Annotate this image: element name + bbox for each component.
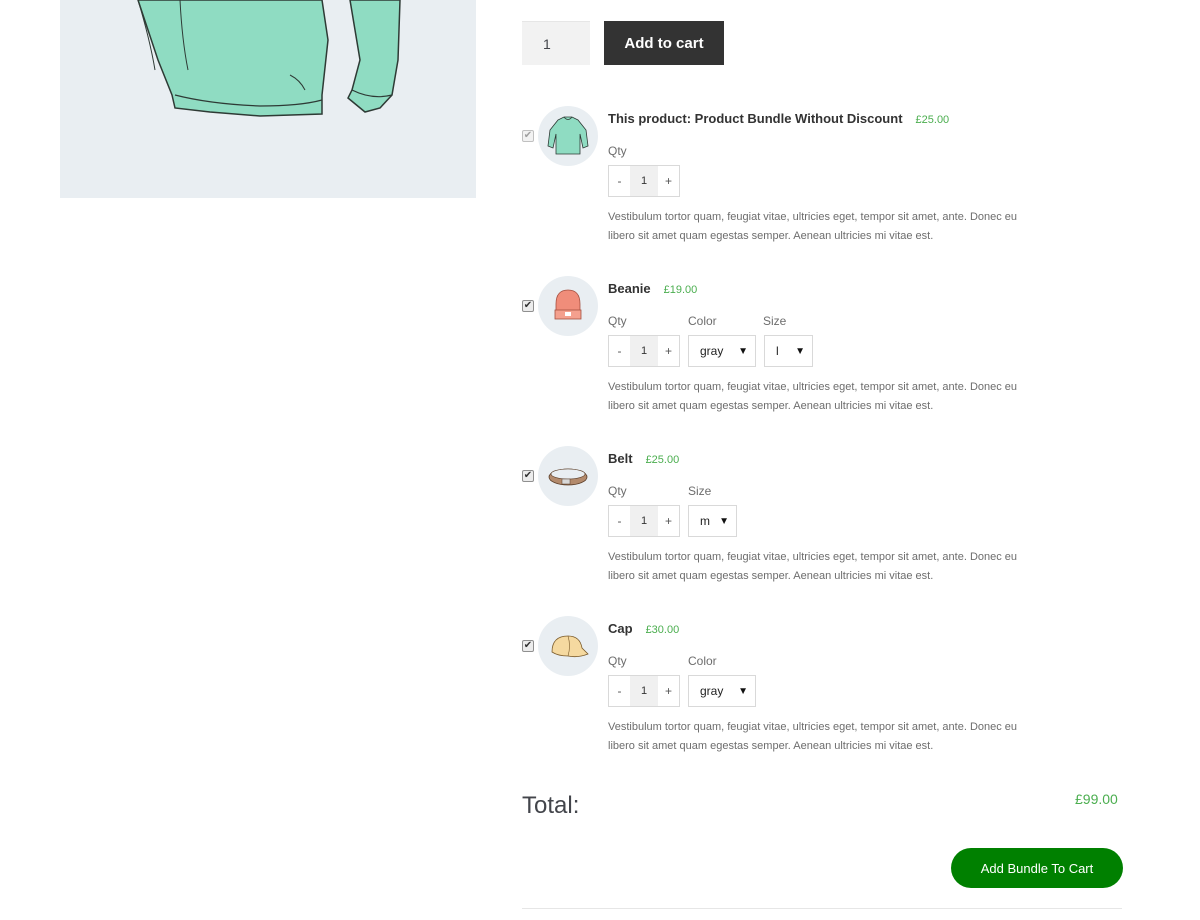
color-select[interactable]: gray ▼ [688,675,756,707]
quantity-value[interactable]: 1 [630,506,658,536]
bundle-item-description: Vestibulum tortor quam, feugiat vitae, u… [608,721,1018,752]
quantity-value[interactable]: 1 [630,166,658,196]
add-bundle-to-cart-button[interactable]: Add Bundle To Cart [951,848,1123,888]
bundle-item-title[interactable]: Cap [608,621,633,636]
size-select[interactable]: m ▼ [688,505,737,537]
increase-button[interactable]: + [658,166,679,196]
cap-thumbnail [538,616,598,676]
product-image[interactable] [60,0,476,198]
quantity-stepper: - 1 + [608,335,680,367]
color-label: Color [688,314,717,328]
bundle-item-checkbox[interactable]: ✔ [522,130,534,142]
bundle-item-checkbox[interactable]: ✔ [522,470,534,482]
qty-label: Qty [608,654,627,668]
bundle-item-price: £30.00 [645,624,680,636]
caret-down-icon: ▼ [795,346,805,357]
caret-down-icon: ▼ [719,516,729,527]
qty-label: Qty [608,314,627,328]
bundle-item-checkbox[interactable]: ✔ [522,300,534,312]
bundle-item-title[interactable]: Beanie [608,281,651,296]
quantity-value[interactable]: 1 [630,676,658,706]
quantity-stepper: - 1 + [608,165,680,197]
color-label: Color [688,654,717,668]
bundle-item-description: Vestibulum tortor quam, feugiat vitae, u… [608,551,1018,582]
size-label: Size [688,484,712,498]
color-select-value: gray [700,344,724,358]
bundle-item-price: £25.00 [645,454,680,466]
cap-icon [551,635,589,658]
bundle-item: ✔ Cap £30.00 Qty Color - 1 + gray ▼ Vest… [522,616,1122,766]
increase-button[interactable]: + [658,506,679,536]
belt-icon [548,468,588,486]
hoodie-thumbnail [538,106,598,166]
quantity-stepper: - 1 + [608,505,680,537]
decrease-button[interactable]: - [609,336,630,366]
quantity-value[interactable]: 1 [630,336,658,366]
decrease-button[interactable]: - [609,676,630,706]
bundle-item-price: £19.00 [663,284,698,296]
color-select[interactable]: gray ▼ [688,335,756,367]
hoodie-icon [547,116,589,155]
decrease-button[interactable]: - [609,166,630,196]
total-label: Total: [522,792,580,819]
bundle-item-title[interactable]: Belt [608,451,633,466]
qty-label: Qty [608,144,627,158]
bundle-item-description: Vestibulum tortor quam, feugiat vitae, u… [608,211,1018,242]
belt-thumbnail [538,446,598,506]
increase-button[interactable]: + [658,336,679,366]
divider [522,908,1122,909]
bundle-item: ✔ Belt £25.00 Qty Size - 1 + m ▼ Vestibu… [522,446,1122,596]
size-label: Size [763,314,787,328]
beanie-icon [554,289,582,320]
caret-down-icon: ▼ [738,686,748,697]
beanie-thumbnail [538,276,598,336]
quantity-stepper: - 1 + [608,675,680,707]
bundle-item: ✔ Beanie £19.00 Qty Color Size - 1 + gra… [522,276,1122,426]
hoodie-image [137,0,401,117]
decrease-button[interactable]: - [609,506,630,536]
qty-label: Qty [608,484,627,498]
bundle-item: ✔ This product: Product Bundle Without D… [522,106,1122,256]
caret-down-icon: ▼ [738,346,748,357]
quantity-input[interactable]: 1 [522,21,590,65]
increase-button[interactable]: + [658,676,679,706]
size-select-value: l [776,344,779,358]
size-select-value: m [700,514,710,528]
bundle-item-description: Vestibulum tortor quam, feugiat vitae, u… [608,381,1018,412]
bundle-item-price: £25.00 [915,114,950,126]
total-value: £99.00 [1075,791,1118,807]
bundle-item-title[interactable]: This product: Product Bundle Without Dis… [608,111,903,126]
bundle-item-checkbox[interactable]: ✔ [522,640,534,652]
size-select[interactable]: l ▼ [764,335,813,367]
color-select-value: gray [700,684,724,698]
add-to-cart-button[interactable]: Add to cart [604,21,724,65]
